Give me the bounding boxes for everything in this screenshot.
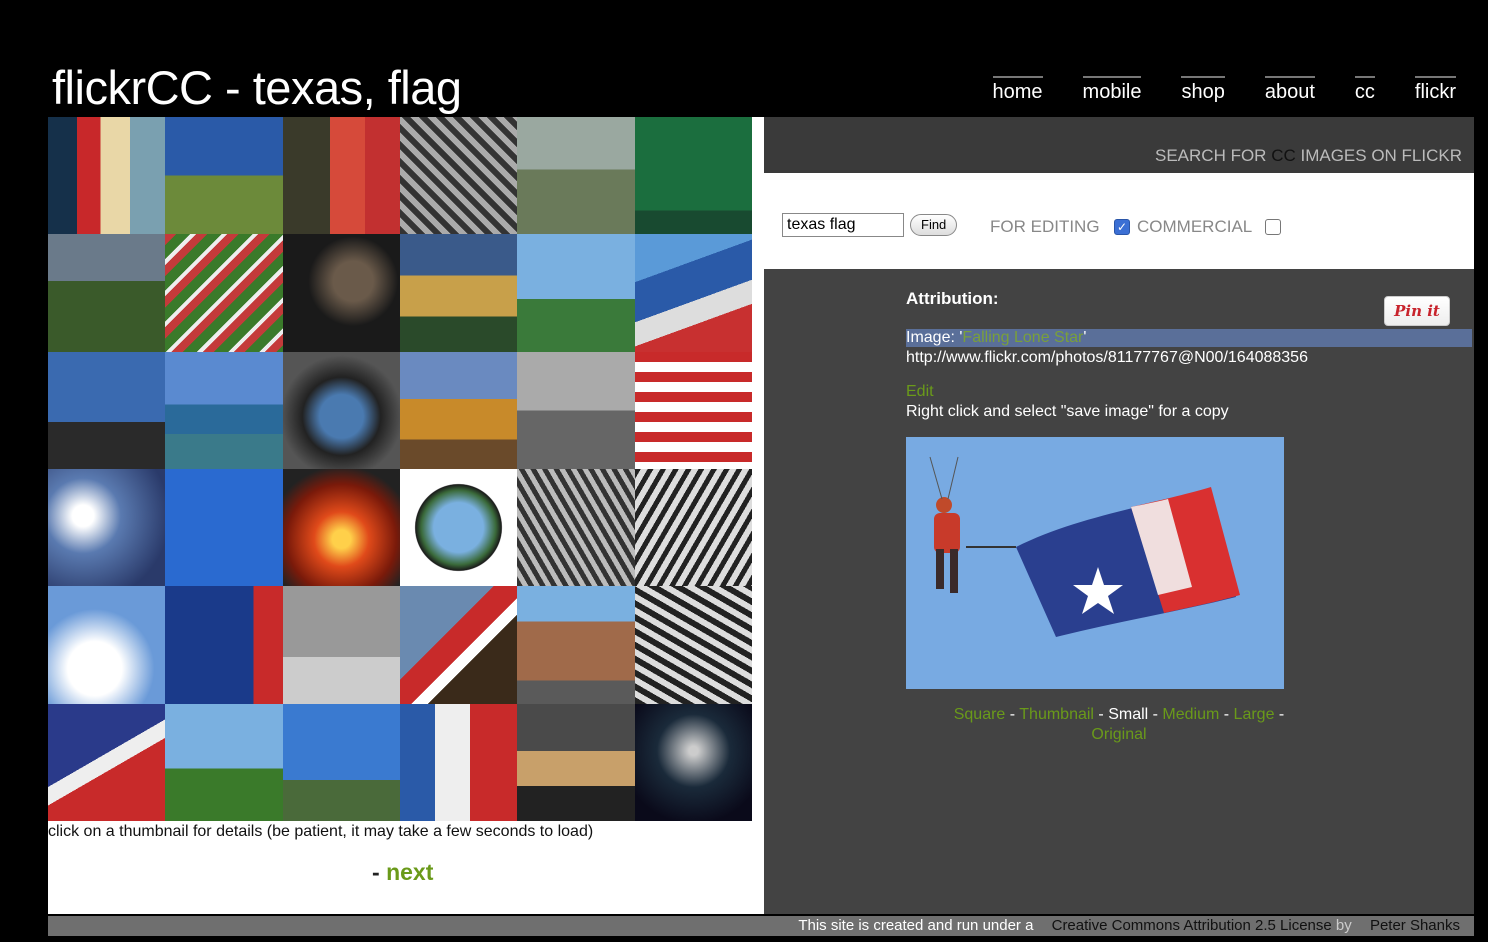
thumbnail-grid	[48, 117, 752, 821]
pager: - next	[372, 859, 433, 886]
thumbnail[interactable]	[48, 586, 166, 704]
thumbnail[interactable]	[517, 468, 635, 587]
find-button[interactable]: Find	[910, 214, 958, 236]
top-navigation: home mobile shop about cc flickr	[953, 76, 1456, 104]
thumbnail[interactable]	[634, 586, 752, 704]
for-editing-label: FOR EDITING	[990, 217, 1100, 236]
thumbnail[interactable]	[282, 468, 400, 587]
size-large-link[interactable]: Large	[1234, 706, 1275, 723]
nav-flickr[interactable]: flickr	[1414, 76, 1456, 104]
author-link[interactable]: Peter Shanks	[1370, 917, 1460, 934]
thumbnail[interactable]	[48, 234, 166, 352]
search-heading-suffix: IMAGES ON FLICKR	[1295, 146, 1462, 165]
size-square-link[interactable]: Square	[954, 706, 1006, 723]
thumbnail[interactable]	[165, 586, 283, 704]
thumbnail[interactable]	[634, 117, 752, 235]
image-title-line[interactable]: Image: 'Falling Lone Star'	[906, 329, 1472, 347]
license-link[interactable]: Creative Commons Attribution 2.5 License	[1052, 917, 1332, 934]
thumbnail[interactable]	[165, 468, 283, 587]
thumbnail[interactable]	[165, 234, 283, 352]
size-original-link[interactable]: Original	[1091, 726, 1146, 743]
thumbnail[interactable]	[282, 117, 400, 235]
thumbnail[interactable]	[634, 351, 752, 469]
image-title-link[interactable]: Falling Lone Star	[962, 329, 1083, 346]
page-title: flickrCC - texas, flag	[52, 61, 462, 114]
thumbnail[interactable]	[282, 703, 400, 821]
image-url[interactable]: http://www.flickr.com/photos/81177767@N0…	[906, 349, 1308, 367]
size-medium-link[interactable]: Medium	[1162, 706, 1219, 723]
attribution-title: Attribution:	[906, 289, 999, 308]
nav-cc[interactable]: cc	[1354, 76, 1375, 104]
thumbnail[interactable]	[48, 117, 166, 235]
thumbnail[interactable]	[48, 468, 166, 587]
thumbnail[interactable]	[282, 586, 400, 704]
thumbnail[interactable]	[634, 468, 752, 587]
thumbnail[interactable]	[399, 586, 518, 704]
commercial-label: COMMERCIAL	[1137, 217, 1253, 236]
preview-image[interactable]	[906, 437, 1284, 689]
footer-prefix: This site is created and run under a	[798, 917, 1038, 934]
thumbnail[interactable]	[282, 234, 400, 352]
thumbnail[interactable]	[634, 703, 752, 821]
footer-by: by	[1331, 917, 1356, 934]
nav-mobile[interactable]: mobile	[1082, 76, 1142, 104]
thumbnail[interactable]	[634, 234, 752, 352]
image-prefix: Image: '	[906, 329, 963, 346]
gallery-panel: click on a thumbnail for details (be pat…	[48, 117, 764, 914]
thumbnail[interactable]	[48, 703, 166, 821]
thumbnail[interactable]	[517, 234, 635, 352]
footer: This site is created and run under a Cre…	[48, 916, 1474, 936]
thumbnail[interactable]	[399, 703, 518, 821]
commercial-checkbox[interactable]	[1265, 219, 1281, 235]
nav-about[interactable]: about	[1264, 76, 1315, 104]
search-heading: SEARCH FOR CC IMAGES ON FLICKR	[764, 117, 1474, 173]
thumbnail[interactable]	[48, 351, 166, 469]
thumbnail[interactable]	[165, 703, 283, 821]
for-editing-checkbox[interactable]: ✓	[1114, 219, 1130, 235]
search-heading-prefix: SEARCH FOR	[1155, 146, 1272, 165]
edit-link[interactable]: Edit	[906, 383, 934, 401]
search-bar: Find FOR EDITING ✓ COMMERCIAL	[764, 173, 1474, 269]
save-note: Right click and select "save image" for …	[906, 403, 1229, 420]
thumbnail[interactable]	[165, 351, 283, 469]
thumbnail[interactable]	[399, 351, 518, 469]
thumbnail[interactable]	[517, 703, 635, 821]
thumbnail[interactable]	[517, 586, 635, 704]
gallery-hint: click on a thumbnail for details (be pat…	[48, 823, 594, 840]
image-suffix: '	[1083, 329, 1087, 346]
next-link[interactable]: next	[386, 859, 433, 885]
thumbnail[interactable]	[282, 351, 400, 469]
thumbnail[interactable]	[399, 468, 518, 587]
search-input[interactable]	[782, 213, 904, 237]
thumbnail[interactable]	[399, 234, 518, 352]
thumbnail[interactable]	[517, 351, 635, 469]
thumbnail[interactable]	[399, 117, 518, 235]
pager-prefix: -	[372, 859, 387, 885]
size-thumbnail-link[interactable]: Thumbnail	[1019, 706, 1094, 723]
nav-shop[interactable]: shop	[1181, 76, 1225, 104]
thumbnail[interactable]	[517, 117, 635, 235]
nav-home[interactable]: home	[992, 76, 1043, 104]
attribution-panel: Attribution: Pin it Image: 'Falling Lone…	[764, 269, 1474, 914]
thumbnail[interactable]	[165, 117, 283, 235]
pin-it-button[interactable]: Pin it	[1384, 296, 1450, 326]
texas-flag-parachutist-image	[906, 437, 1284, 689]
size-links: Square - Thumbnail - Small - Medium - La…	[953, 706, 1285, 743]
size-small-current: Small	[1108, 706, 1149, 723]
search-heading-cc: CC	[1271, 146, 1296, 165]
details-panel: SEARCH FOR CC IMAGES ON FLICKR Find FOR …	[764, 117, 1474, 914]
